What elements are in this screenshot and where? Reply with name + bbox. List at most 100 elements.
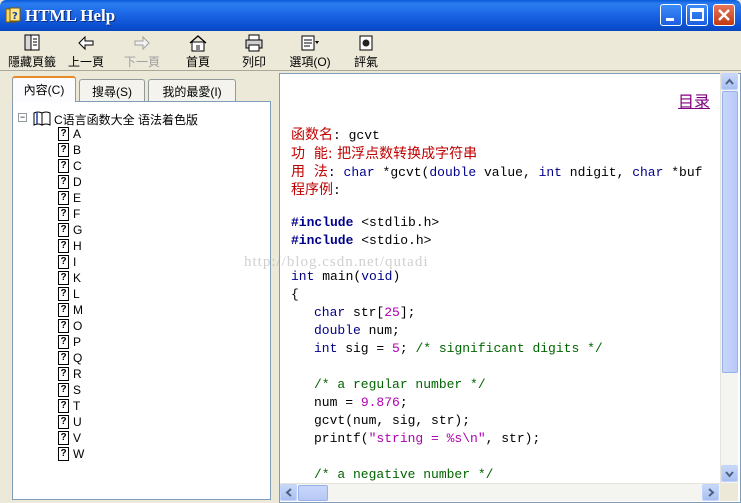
title-bar: ? HTML Help: [0, 0, 741, 31]
hide-tabs-button[interactable]: 隱藏頁籤: [4, 34, 60, 70]
tree-item[interactable]: ? B: [58, 143, 81, 158]
tree-item-label: H: [73, 239, 82, 253]
tab-favorites[interactable]: 我的最愛(I): [148, 79, 236, 101]
tree-item-label: O: [73, 319, 83, 333]
vertical-scroll-thumb[interactable]: [722, 91, 738, 373]
tree-item-label: I: [73, 255, 77, 269]
scroll-corner: [720, 483, 738, 501]
help-topic-icon: ?: [58, 367, 69, 381]
help-topic-icon: ?: [58, 191, 69, 205]
tree-item[interactable]: ? F: [58, 207, 80, 222]
tree-item-label: V: [73, 431, 82, 445]
code-line: int sig = 5; /* significant digits */: [314, 341, 603, 356]
help-topic-icon: ?: [58, 287, 69, 301]
code-line: num = 9.876;: [314, 395, 408, 410]
help-topic-icon: ?: [58, 399, 69, 413]
tree-item-label: K: [73, 271, 82, 285]
horizontal-scroll-thumb[interactable]: [298, 485, 328, 501]
options-button[interactable]: 選項(O): [282, 34, 338, 70]
tree-item[interactable]: ? U: [58, 415, 82, 430]
help-topic-icon: ?: [58, 143, 69, 157]
navigation-pane: 內容(C) 搜尋(S) 我的最愛(I) − C语言函数大全 语法着色版 ? A? B…: [2, 72, 273, 503]
function-name-line: 函数名: gcvt: [291, 127, 380, 143]
pane-splitter[interactable]: [273, 72, 278, 503]
help-app-icon: ?: [5, 7, 21, 23]
scroll-left-button[interactable]: [280, 484, 297, 501]
help-topic-icon: ?: [58, 383, 69, 397]
watermark: http://blog.csdn.net/qutadi: [244, 254, 429, 270]
help-topic-icon: ?: [58, 447, 69, 461]
jump-button[interactable]: 評氣: [338, 34, 394, 70]
tree-item-label: E: [73, 191, 82, 205]
maximize-button[interactable]: [686, 4, 708, 26]
back-arrow-icon: [78, 35, 94, 51]
help-topic-icon: ?: [58, 303, 69, 317]
maximize-icon: [690, 8, 704, 21]
vertical-scrollbar[interactable]: [720, 73, 738, 483]
print-button[interactable]: 列印: [226, 34, 282, 70]
tree-item[interactable]: ? Q: [58, 351, 82, 366]
tree-item[interactable]: ? T: [58, 399, 80, 414]
code-line: char str[25];: [314, 305, 416, 320]
code-comment: /* a regular number */: [314, 377, 486, 392]
tree-root-label: C语言函数大全 语法着色版: [54, 113, 199, 127]
tree-item[interactable]: ? V: [58, 431, 81, 446]
tree-item-label: C: [73, 159, 82, 173]
code-line: {: [291, 287, 299, 302]
tab-contents[interactable]: 內容(C): [12, 76, 76, 102]
help-topic-icon: ?: [58, 335, 69, 349]
help-topic-icon: ?: [58, 159, 69, 173]
collapse-icon[interactable]: −: [18, 113, 27, 122]
tree-item-label: W: [73, 447, 85, 461]
tree-item[interactable]: ? W: [58, 447, 84, 462]
tree-item[interactable]: ? D: [58, 175, 82, 190]
tree-item[interactable]: ? A: [58, 127, 81, 142]
tree-item-label: M: [73, 303, 83, 317]
tree-item-label: B: [73, 143, 82, 157]
svg-text:?: ?: [12, 11, 18, 22]
help-topic-icon: ?: [58, 271, 69, 285]
tree-item[interactable]: ? L: [58, 287, 80, 302]
home-icon: [189, 35, 207, 52]
home-button[interactable]: 首頁: [170, 34, 226, 70]
help-topic-icon: ?: [58, 127, 69, 141]
toc-link[interactable]: 目录: [678, 88, 710, 112]
tree-item[interactable]: ? C: [58, 159, 82, 174]
tree-item[interactable]: ? G: [58, 223, 82, 238]
horizontal-scrollbar[interactable]: [280, 483, 720, 501]
tree-item[interactable]: ? E: [58, 191, 81, 206]
tree-item[interactable]: ? I: [58, 255, 76, 270]
tab-search[interactable]: 搜尋(S): [79, 79, 145, 101]
tree-item-label: R: [73, 367, 82, 381]
arrow-down-icon: [725, 471, 734, 478]
tree-item[interactable]: ? S: [58, 383, 81, 398]
window-title: HTML Help: [25, 6, 116, 25]
forward-button[interactable]: 下一頁: [114, 34, 170, 70]
tree-item-label: G: [73, 223, 83, 237]
tree-item[interactable]: ? K: [58, 271, 81, 286]
help-topic-icon: ?: [58, 239, 69, 253]
help-topic-icon: ?: [58, 223, 69, 237]
scroll-right-button[interactable]: [702, 484, 719, 501]
tree-item[interactable]: ? P: [58, 335, 81, 350]
toolbar: 隱藏頁籤 上一頁 下一頁 首頁 列印 選項(O) 評氣: [0, 31, 741, 71]
minimize-button[interactable]: [660, 4, 682, 26]
tree-item[interactable]: ? O: [58, 319, 82, 334]
tree-item[interactable]: ? M: [58, 303, 83, 318]
scroll-down-button[interactable]: [721, 465, 738, 482]
code-line: int main(void): [291, 269, 401, 284]
help-topic-icon: ?: [58, 431, 69, 445]
code-line: #include <stdio.h>: [291, 233, 432, 248]
tree-item-label: F: [73, 207, 81, 221]
tree-item[interactable]: ? H: [58, 239, 82, 254]
back-button[interactable]: 上一頁: [58, 34, 114, 70]
scroll-up-button[interactable]: [721, 73, 738, 90]
close-button[interactable]: [713, 4, 735, 26]
tree-item[interactable]: ? R: [58, 367, 82, 382]
close-icon: [718, 9, 730, 21]
example-label-line: 程序例:: [291, 182, 341, 198]
help-topic-icon: ?: [58, 319, 69, 333]
minimize-icon: [666, 18, 674, 21]
print-icon: [245, 34, 263, 52]
tree-item-label: A: [73, 127, 82, 141]
